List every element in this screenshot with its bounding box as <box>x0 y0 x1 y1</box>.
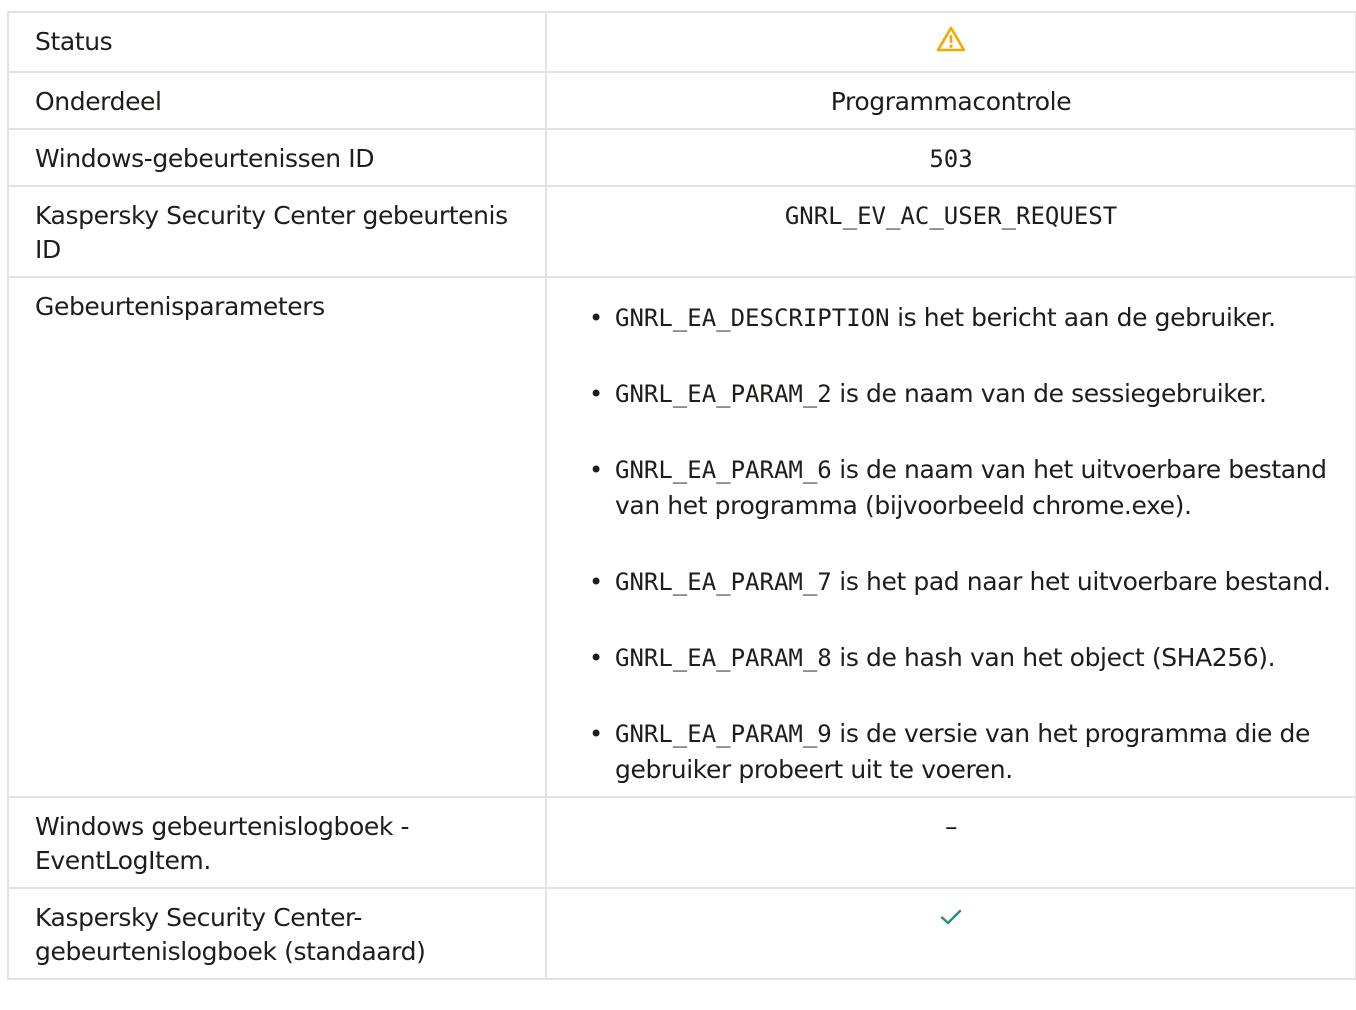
list-item: • GNRL_EA_PARAM_8 is de hash van het obje… <box>585 640 1335 676</box>
status-label: Status <box>7 11 547 73</box>
component-label: Onderdeel <box>7 71 547 130</box>
windows-event-id-label: Windows-gebeurtenissen ID <box>7 128 547 187</box>
warning-icon <box>936 25 966 62</box>
row-ksc-log: Kaspersky Security Center-gebeurtenislog… <box>7 887 1356 980</box>
parameters-list: • GNRL_EA_DESCRIPTION is het bericht aan … <box>585 300 1335 788</box>
ksc-event-id-label: Kaspersky Security Center gebeurtenis ID <box>7 185 547 278</box>
param-code: GNRL_EA_PARAM_7 <box>615 568 832 596</box>
component-value: Programmacontrole <box>545 71 1356 130</box>
row-parameters: Gebeurtenisparameters • GNRL_EA_DESCRIPTI… <box>7 276 1356 798</box>
ksc-event-id-value: GNRL_EV_AC_USER_REQUEST <box>545 185 1356 278</box>
param-code: GNRL_EA_PARAM_8 <box>615 644 832 672</box>
row-ksc-event-id: Kaspersky Security Center gebeurtenis ID… <box>7 185 1356 278</box>
param-code: GNRL_EA_DESCRIPTION <box>615 304 890 332</box>
ksc-log-value <box>545 887 1356 980</box>
param-text: is de hash van het object (SHA256). <box>831 643 1276 672</box>
row-component: Onderdeel Programmacontrole <box>7 71 1356 130</box>
bullet-icon: • <box>589 456 603 484</box>
parameters-label: Gebeurtenisparameters <box>7 276 547 798</box>
list-item: • GNRL_EA_PARAM_2 is de naam van de sessi… <box>585 376 1335 412</box>
event-details-table: Status Onderdeel Programmacontrole Windo… <box>7 11 1356 980</box>
bullet-icon: • <box>589 304 603 332</box>
param-text: is de naam van de sessiegebruiker. <box>831 379 1267 408</box>
row-windows-log: Windows gebeurtenislogboek - EventLogIte… <box>7 796 1356 889</box>
param-code: GNRL_EA_PARAM_9 <box>615 720 832 748</box>
status-value <box>545 11 1356 73</box>
windows-log-label: Windows gebeurtenislogboek - EventLogIte… <box>7 796 547 889</box>
bullet-icon: • <box>589 720 603 748</box>
windows-event-id-value: 503 <box>545 128 1356 187</box>
row-status: Status <box>7 11 1356 73</box>
parameters-value: • GNRL_EA_DESCRIPTION is het bericht aan … <box>545 276 1356 798</box>
list-item: • GNRL_EA_PARAM_7 is het pad naar het uit… <box>585 564 1335 600</box>
row-windows-event-id: Windows-gebeurtenissen ID 503 <box>7 128 1356 187</box>
ksc-log-label: Kaspersky Security Center-gebeurtenislog… <box>7 887 547 980</box>
list-item: • GNRL_EA_DESCRIPTION is het bericht aan … <box>585 300 1335 336</box>
list-item: • GNRL_EA_PARAM_6 is de naam van het uitv… <box>585 452 1335 524</box>
bullet-icon: • <box>589 380 603 408</box>
bullet-icon: • <box>589 568 603 596</box>
list-item: • GNRL_EA_PARAM_9 is de versie van het pr… <box>585 716 1335 788</box>
param-code: GNRL_EA_PARAM_6 <box>615 456 832 484</box>
checkmark-icon <box>939 902 963 936</box>
param-text: is het bericht aan de gebruiker. <box>889 303 1276 332</box>
bullet-icon: • <box>589 644 603 672</box>
windows-log-value: – <box>545 796 1356 889</box>
param-text: is het pad naar het uitvoerbare bestand. <box>831 567 1331 596</box>
param-code: GNRL_EA_PARAM_2 <box>615 380 832 408</box>
